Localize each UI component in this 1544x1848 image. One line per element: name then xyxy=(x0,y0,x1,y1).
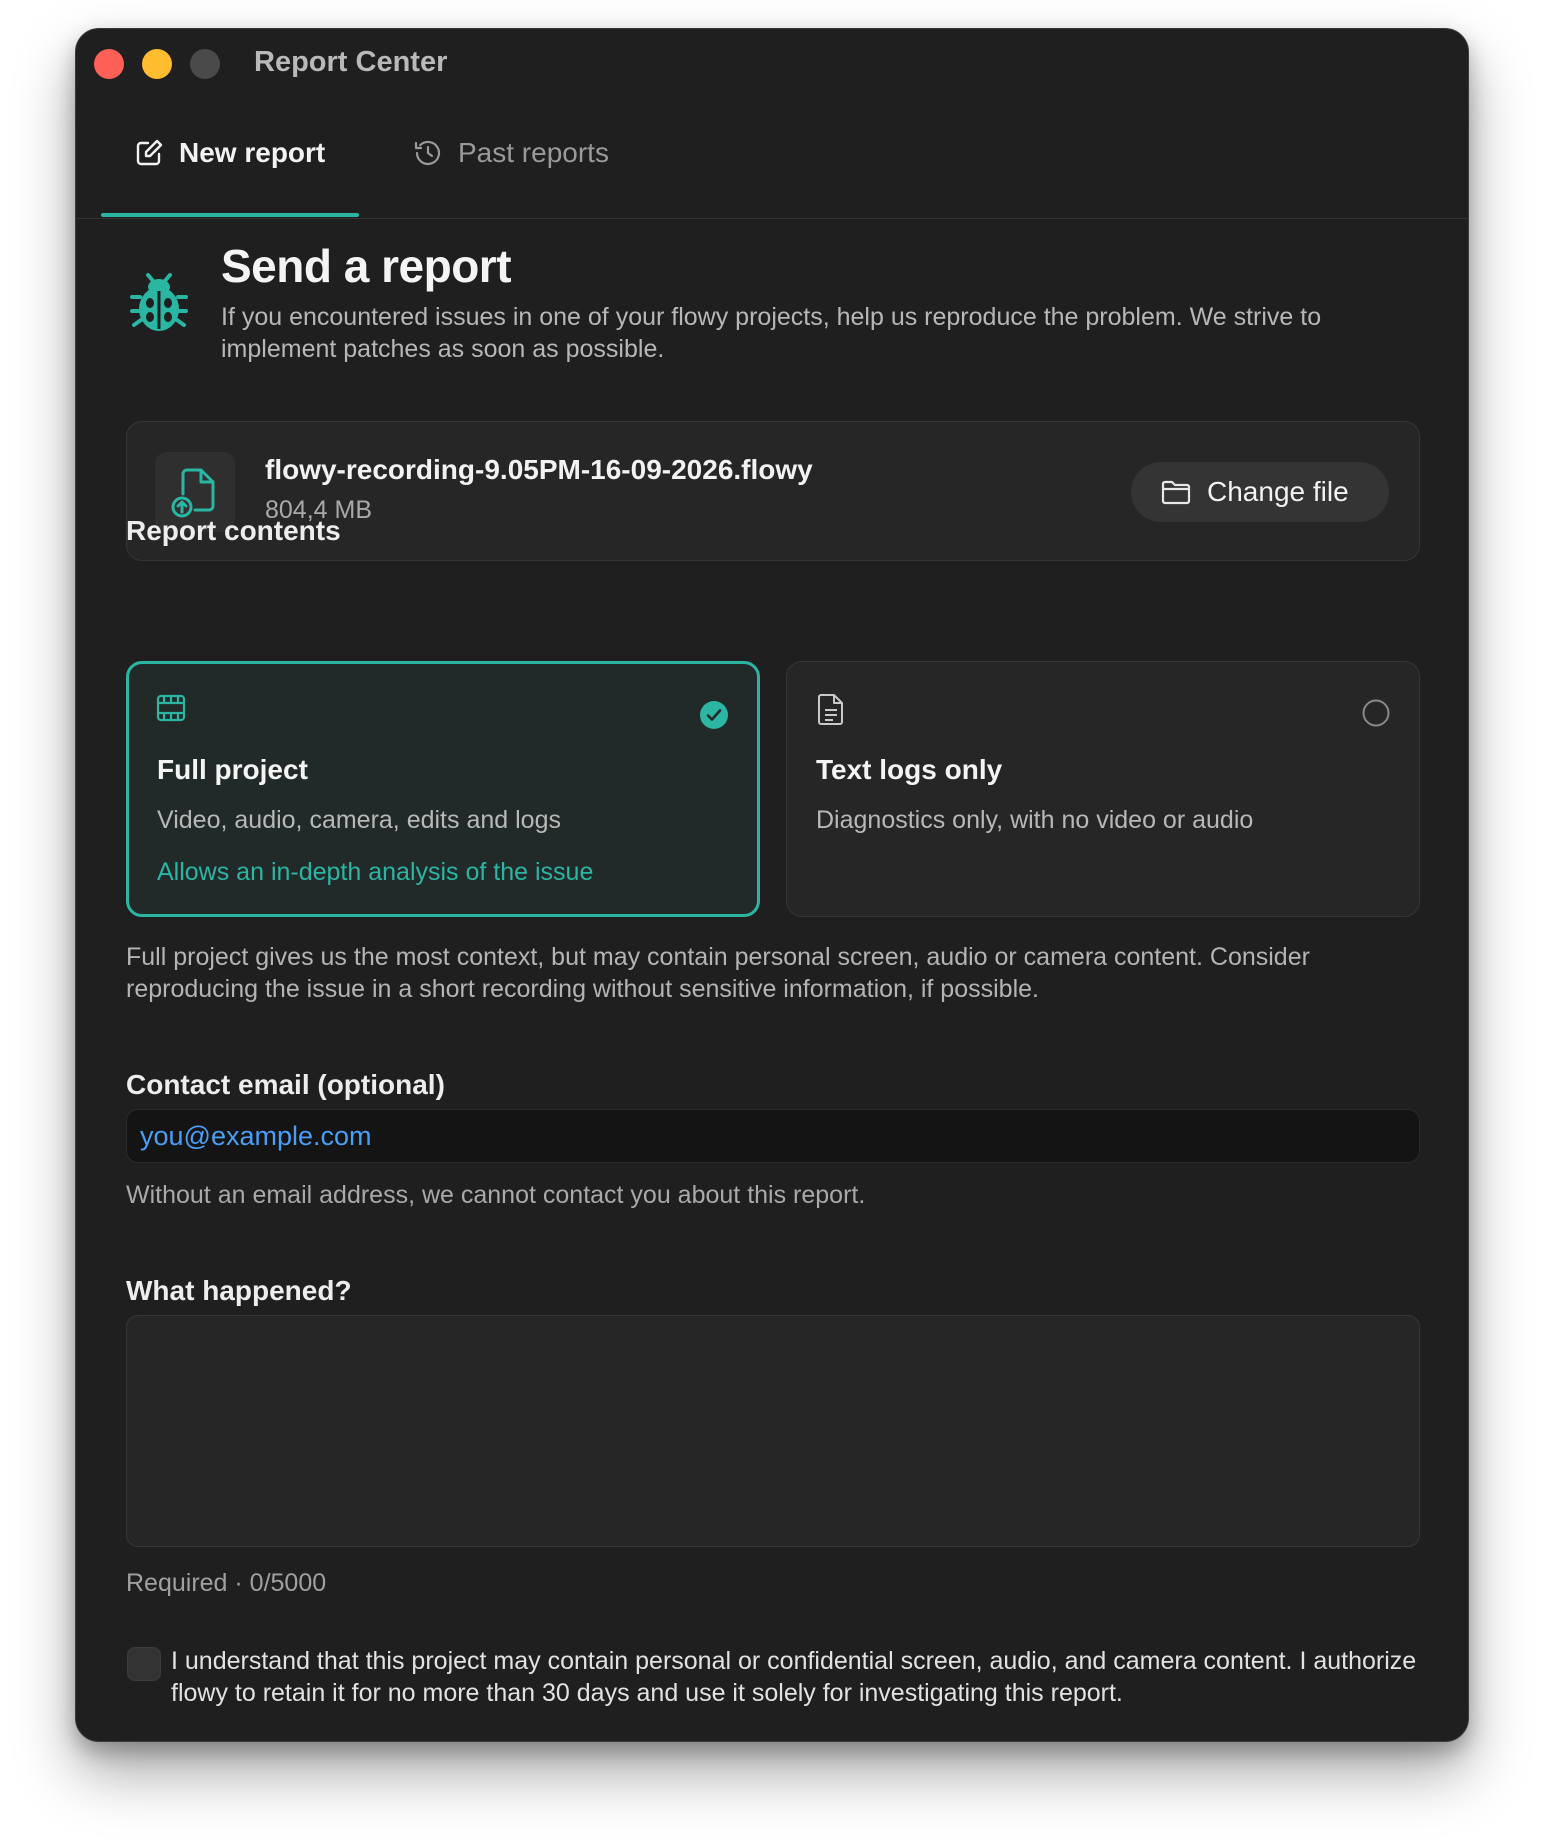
document-icon xyxy=(818,694,843,725)
tab-new-report[interactable]: New report xyxy=(101,113,359,219)
option-text-logs-only[interactable]: Text logs only Diagnostics only, with no… xyxy=(786,661,1420,917)
description-textarea[interactable] xyxy=(126,1315,1420,1547)
film-icon xyxy=(156,694,186,722)
character-counter: Required · 0/5000 xyxy=(126,1569,327,1597)
change-file-label: Change file xyxy=(1207,476,1349,507)
tab-past-reports-label: Past reports xyxy=(458,137,609,168)
option-title: Text logs only xyxy=(816,754,1003,785)
file-name: flowy-recording-9.05PM-16-09-2026.flowy xyxy=(265,454,813,485)
tab-bar: New report Past reports xyxy=(76,113,1468,219)
change-file-button[interactable]: Change file xyxy=(1131,462,1389,522)
title-bar: Report Center xyxy=(76,29,1468,101)
contact-email-label: Contact email (optional) xyxy=(126,1069,445,1100)
history-icon xyxy=(414,140,441,166)
report-center-window: Report Center New report Past reports Se… xyxy=(75,28,1469,1742)
minimize-window-button[interactable] xyxy=(142,49,172,79)
zoom-window-button[interactable] xyxy=(190,49,220,79)
what-happened-label: What happened? xyxy=(126,1275,352,1306)
bug-icon xyxy=(130,273,188,331)
option-description: Video, audio, camera, edits and logs xyxy=(157,806,561,834)
option-description: Diagnostics only, with no video or audio xyxy=(816,806,1254,834)
option-title: Full project xyxy=(157,754,308,785)
folder-icon xyxy=(1161,480,1191,505)
consent-checkbox[interactable] xyxy=(127,1647,161,1681)
option-benefit: Allows an in-depth analysis of the issue xyxy=(157,858,594,886)
page-description: If you encountered issues in one of your… xyxy=(221,303,1322,363)
report-contents-label: Report contents xyxy=(126,515,341,546)
report-contents-note: Full project gives us the most context, … xyxy=(126,943,1310,1003)
active-tab-indicator xyxy=(101,213,359,217)
option-full-project[interactable]: Full project Video, audio, camera, edits… xyxy=(126,661,760,917)
close-window-button[interactable] xyxy=(94,49,124,79)
window-title: Report Center xyxy=(254,46,448,78)
unselected-radio-icon xyxy=(1362,699,1390,727)
tab-new-report-label: New report xyxy=(179,137,326,168)
consent-text: I understand that this project may conta… xyxy=(171,1647,1417,1707)
email-field[interactable] xyxy=(126,1109,1420,1163)
tab-past-reports[interactable]: Past reports xyxy=(396,113,626,219)
email-hint: Without an email address, we cannot cont… xyxy=(126,1181,866,1209)
edit-icon xyxy=(136,139,163,166)
page-title: Send a report xyxy=(221,240,512,292)
selected-check-icon xyxy=(700,701,728,729)
